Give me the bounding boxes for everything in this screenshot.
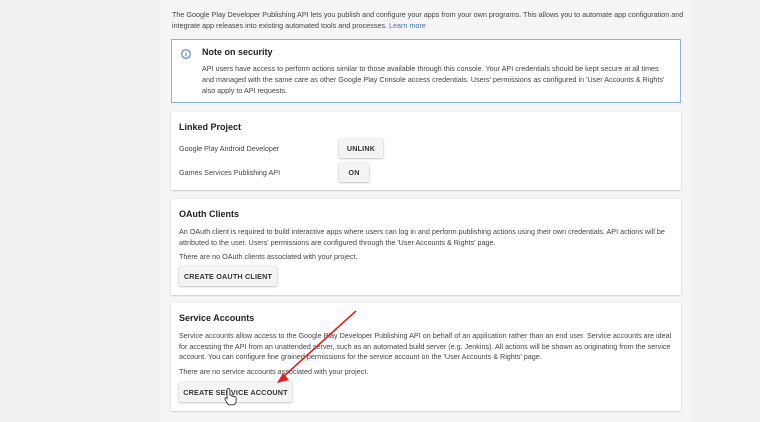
unlink-button[interactable]: UNLINK (339, 139, 383, 158)
games-services-label: Games Services Publishing API (179, 168, 281, 177)
linked-project-card: Linked Project Google Play Android Devel… (171, 112, 681, 190)
create-oauth-client-button[interactable]: CREATE OAUTH CLIENT (179, 266, 277, 286)
learn-more-link[interactable]: Learn more (389, 21, 426, 30)
service-accounts-description: Service accounts allow access to the Goo… (179, 331, 672, 361)
oauth-clients-title: OAuth Clients (179, 209, 239, 219)
intro-text: The Google Play Developer Publishing API… (172, 10, 692, 31)
security-note-body: API users have access to perform actions… (202, 64, 665, 95)
oauth-clients-card: OAuth Clients An OAuth client is require… (171, 199, 681, 295)
service-accounts-card: Service Accounts Service accounts allow … (171, 303, 681, 411)
security-note-title: Note on security (202, 47, 273, 57)
linked-project-name-link[interactable]: Google Play Android Developer (179, 144, 279, 153)
security-note: Note on security API users have access t… (171, 39, 681, 103)
info-icon (181, 49, 191, 59)
oauth-clients-empty-text: There are no OAuth clients associated wi… (179, 252, 358, 261)
service-accounts-empty-text: There are no service accounts associated… (179, 367, 369, 376)
intro-description: The Google Play Developer Publishing API… (172, 10, 684, 30)
oauth-clients-description: An OAuth client is required to build int… (179, 227, 665, 247)
games-services-on-button[interactable]: ON (339, 163, 369, 182)
service-accounts-title: Service Accounts (179, 313, 255, 323)
create-service-account-button[interactable]: CREATE SERVICE ACCOUNT (179, 382, 292, 402)
linked-project-title: Linked Project (179, 122, 242, 132)
